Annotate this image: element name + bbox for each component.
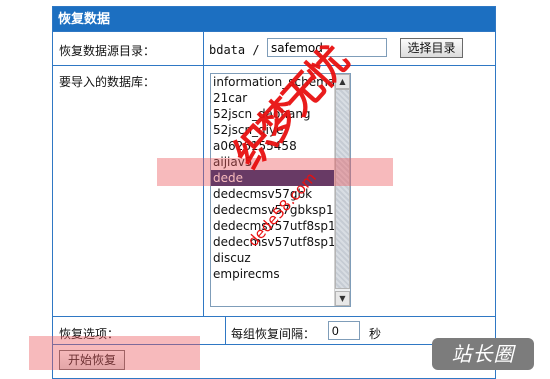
list-item[interactable]: discuz	[211, 250, 335, 266]
column-divider	[225, 317, 226, 344]
list-item[interactable]: dedecmsv57utf8sp1	[211, 218, 335, 234]
list-item[interactable]: 52jscn_daohang	[211, 106, 335, 122]
database-label: 要导入的数据库：	[59, 75, 156, 89]
site-logo: 站长圈	[432, 338, 534, 370]
source-dir-prefix: bdata /	[209, 43, 260, 57]
select-dir-button[interactable]: 选择目录	[400, 38, 463, 58]
list-item[interactable]: dedecmsv57gbk	[211, 186, 335, 202]
scroll-down-arrow-icon[interactable]: ▼	[335, 291, 350, 306]
source-dir-input[interactable]	[267, 38, 387, 57]
database-listbox[interactable]: information_schema 21car 52jscn_daohang …	[210, 73, 351, 307]
source-dir-label: 恢复数据源目录：	[59, 44, 156, 58]
panel-title: 恢复数据	[53, 7, 495, 32]
interval-label: 每组恢复间隔：	[231, 327, 316, 341]
column-divider	[203, 32, 204, 65]
highlight-overlay	[157, 158, 393, 186]
list-item[interactable]: 21car	[211, 90, 335, 106]
interval-input[interactable]	[328, 321, 360, 340]
database-row: 要导入的数据库： information_schema 21car 52jscn…	[53, 66, 495, 317]
list-item[interactable]: empirecms	[211, 266, 335, 282]
list-item[interactable]: dedecmsv57gbksp1	[211, 202, 335, 218]
list-item[interactable]: information_schema	[211, 74, 335, 90]
scroll-thumb[interactable]	[335, 89, 350, 289]
interval-unit: 秒	[369, 327, 382, 341]
listbox-scrollbar[interactable]: ▲ ▼	[334, 74, 350, 306]
list-item[interactable]: a0626155458	[211, 138, 335, 154]
restore-panel: 恢复数据 恢复数据源目录： bdata / 选择目录 要导入的数据库： info…	[52, 6, 496, 379]
scroll-up-arrow-icon[interactable]: ▲	[335, 74, 350, 89]
list-item[interactable]: dedecmsv57utf8sp12	[211, 234, 335, 250]
column-divider	[203, 66, 204, 316]
highlight-overlay	[29, 336, 200, 370]
list-item[interactable]: 52jscn_qiye	[211, 122, 335, 138]
source-dir-row: 恢复数据源目录： bdata / 选择目录	[53, 32, 495, 66]
